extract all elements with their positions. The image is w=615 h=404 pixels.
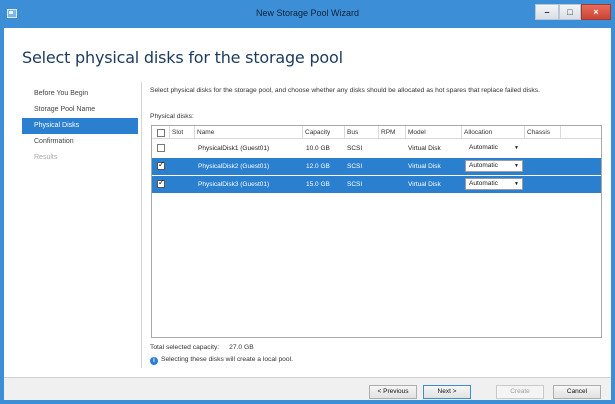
info-message: i Selecting these disks will create a loc… [150,356,293,365]
allocation-value: Automatic [469,180,498,187]
nav-item-physical-disks[interactable]: Physical Disks [22,118,138,134]
select-all-checkbox[interactable] [157,129,165,137]
table-row[interactable]: PhysicalDisk2 (Guest01) 12.0 GB SCSI Vir… [152,158,601,175]
allocation-dropdown[interactable]: Automatic ▼ [465,160,523,172]
table-row[interactable]: PhysicalDisk3 (Guest01) 15.0 GB SCSI Vir… [152,176,601,193]
bus-cell: SCSI [347,145,363,152]
maximize-icon[interactable]: □ [559,4,581,20]
total-capacity-value: 27.0 GB [229,344,254,351]
nav-item-confirmation[interactable]: Confirmation [22,134,138,150]
column-header-rpm[interactable]: RPM [379,126,406,139]
model-cell: Virtual Disk [408,163,441,170]
nav-item-results: Results [34,154,58,161]
table-row[interactable]: PhysicalDisk1 (Guest01) 10.0 GB SCSI Vir… [152,140,601,157]
capacity-cell: 12.0 GB [306,163,330,170]
table-header: Slot Name Capacity Bus RPM Model Allocat… [152,126,601,139]
previous-button[interactable]: < Previous [369,385,417,399]
total-capacity-label: Total selected capacity: [150,344,220,351]
dropdown-arrow-icon: ▼ [514,181,519,187]
bus-cell: SCSI [347,163,363,170]
column-header-capacity[interactable]: Capacity [303,126,345,139]
capacity-cell: 15.0 GB [306,181,330,188]
cancel-button[interactable]: Cancel [553,385,601,399]
minimize-icon[interactable]: – [535,4,559,20]
row-checkbox[interactable] [157,178,165,188]
title-bar[interactable]: New Storage Pool Wizard – □ × [0,0,615,28]
allocation-value: Automatic [469,144,498,151]
name-cell: PhysicalDisk2 (Guest01) [198,163,270,170]
model-cell: Virtual Disk [408,181,441,188]
column-header-chassis[interactable]: Chassis [525,126,561,139]
next-button[interactable]: Next > [423,385,471,399]
allocation-dropdown[interactable]: Automatic ▼ [465,142,523,154]
row-checkbox[interactable] [157,160,165,170]
column-header-slot[interactable]: Slot [170,126,195,139]
dropdown-arrow-icon: ▼ [514,163,519,169]
create-button: Create [496,385,544,399]
total-capacity: Total selected capacity: 27.0 GB [150,344,254,351]
dropdown-arrow-icon: ▼ [514,145,519,151]
model-cell: Virtual Disk [408,145,441,152]
capacity-cell: 10.0 GB [306,145,330,152]
physical-disks-table[interactable]: Slot Name Capacity Bus RPM Model Allocat… [151,125,602,338]
name-cell: PhysicalDisk1 (Guest01) [198,145,270,152]
physical-disks-label: Physical disks: [150,113,194,120]
column-header-model[interactable]: Model [406,126,462,139]
select-all-header[interactable] [152,126,170,139]
column-header-allocation[interactable]: Allocation [462,126,525,139]
window-title: New Storage Pool Wizard [255,8,360,18]
column-header-name[interactable]: Name [195,126,303,139]
intro-text: Select physical disks for the storage po… [150,87,540,94]
nav-item-storage-pool-name[interactable]: Storage Pool Name [22,102,138,118]
page-title: Select physical disks for the storage po… [22,48,343,67]
name-cell: PhysicalDisk3 (Guest01) [198,181,270,188]
allocation-value: Automatic [469,162,498,169]
info-text: Selecting these disks will create a loca… [161,356,293,363]
nav-item-before-you-begin[interactable]: Before You Begin [22,86,138,102]
wizard-nav: Before You Begin Storage Pool Name Physi… [22,86,138,166]
close-icon[interactable]: × [581,4,611,20]
nav-divider [141,82,142,368]
info-icon: i [150,357,158,365]
row-checkbox[interactable] [157,144,165,152]
column-header-bus[interactable]: Bus [345,126,379,139]
allocation-dropdown[interactable]: Automatic ▼ [465,178,523,190]
bus-cell: SCSI [347,181,363,188]
